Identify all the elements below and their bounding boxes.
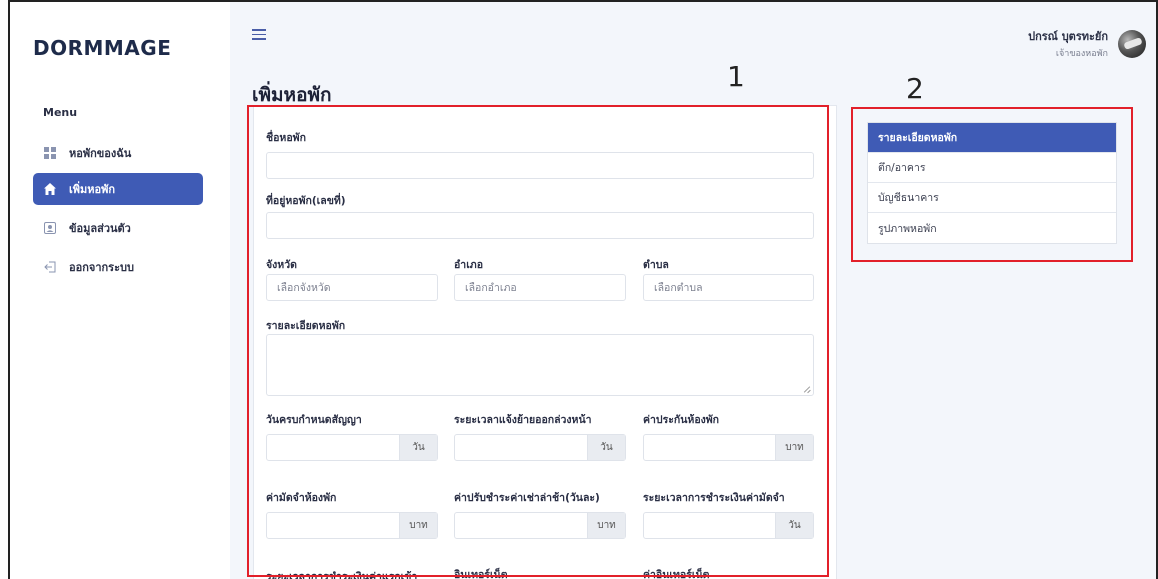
user-profile[interactable]: ปกรณ์ บุตรทะยัก เจ้าของหอพัก	[1028, 27, 1146, 60]
app-window: DORMMAGE Menu หอพักของฉัน เพิ่มหอพัก ข้อ…	[8, 0, 1158, 579]
sidebar-item-label: หอพักของฉัน	[69, 147, 132, 160]
sidebar-item-profile[interactable]: ข้อมูลส่วนตัว	[33, 212, 203, 244]
sidebar-item-label: เพิ่มหอพัก	[69, 183, 116, 196]
sidebar: DORMMAGE Menu หอพักของฉัน เพิ่มหอพัก ข้อ…	[10, 2, 230, 579]
user-role: เจ้าของหอพัก	[1055, 49, 1108, 59]
sidebar-item-label: ข้อมูลส่วนตัว	[69, 222, 131, 235]
user-name: ปกรณ์ บุตรทะยัก	[1028, 30, 1108, 43]
annotation-box-2	[851, 107, 1133, 262]
logout-icon	[43, 260, 57, 274]
user-card-icon	[43, 221, 57, 235]
menu-heading: Menu	[43, 106, 78, 119]
sidebar-item-label: ออกจากระบบ	[69, 261, 134, 274]
home-icon	[43, 182, 57, 196]
annotation-number-1: 1	[727, 60, 745, 93]
annotation-number-2: 2	[906, 72, 924, 105]
annotation-box-1	[247, 105, 829, 577]
grid-icon	[43, 146, 57, 160]
sidebar-item-add-dorm[interactable]: เพิ่มหอพัก	[33, 173, 203, 205]
avatar[interactable]	[1118, 29, 1146, 58]
main-content: ปกรณ์ บุตรทะยัก เจ้าของหอพัก เพิ่มหอพัก …	[230, 2, 1156, 579]
hamburger-menu-icon[interactable]	[252, 29, 266, 40]
sidebar-item-logout[interactable]: ออกจากระบบ	[33, 251, 203, 283]
brand-logo: DORMMAGE	[33, 36, 172, 60]
sidebar-item-my-dorms[interactable]: หอพักของฉัน	[33, 137, 203, 169]
